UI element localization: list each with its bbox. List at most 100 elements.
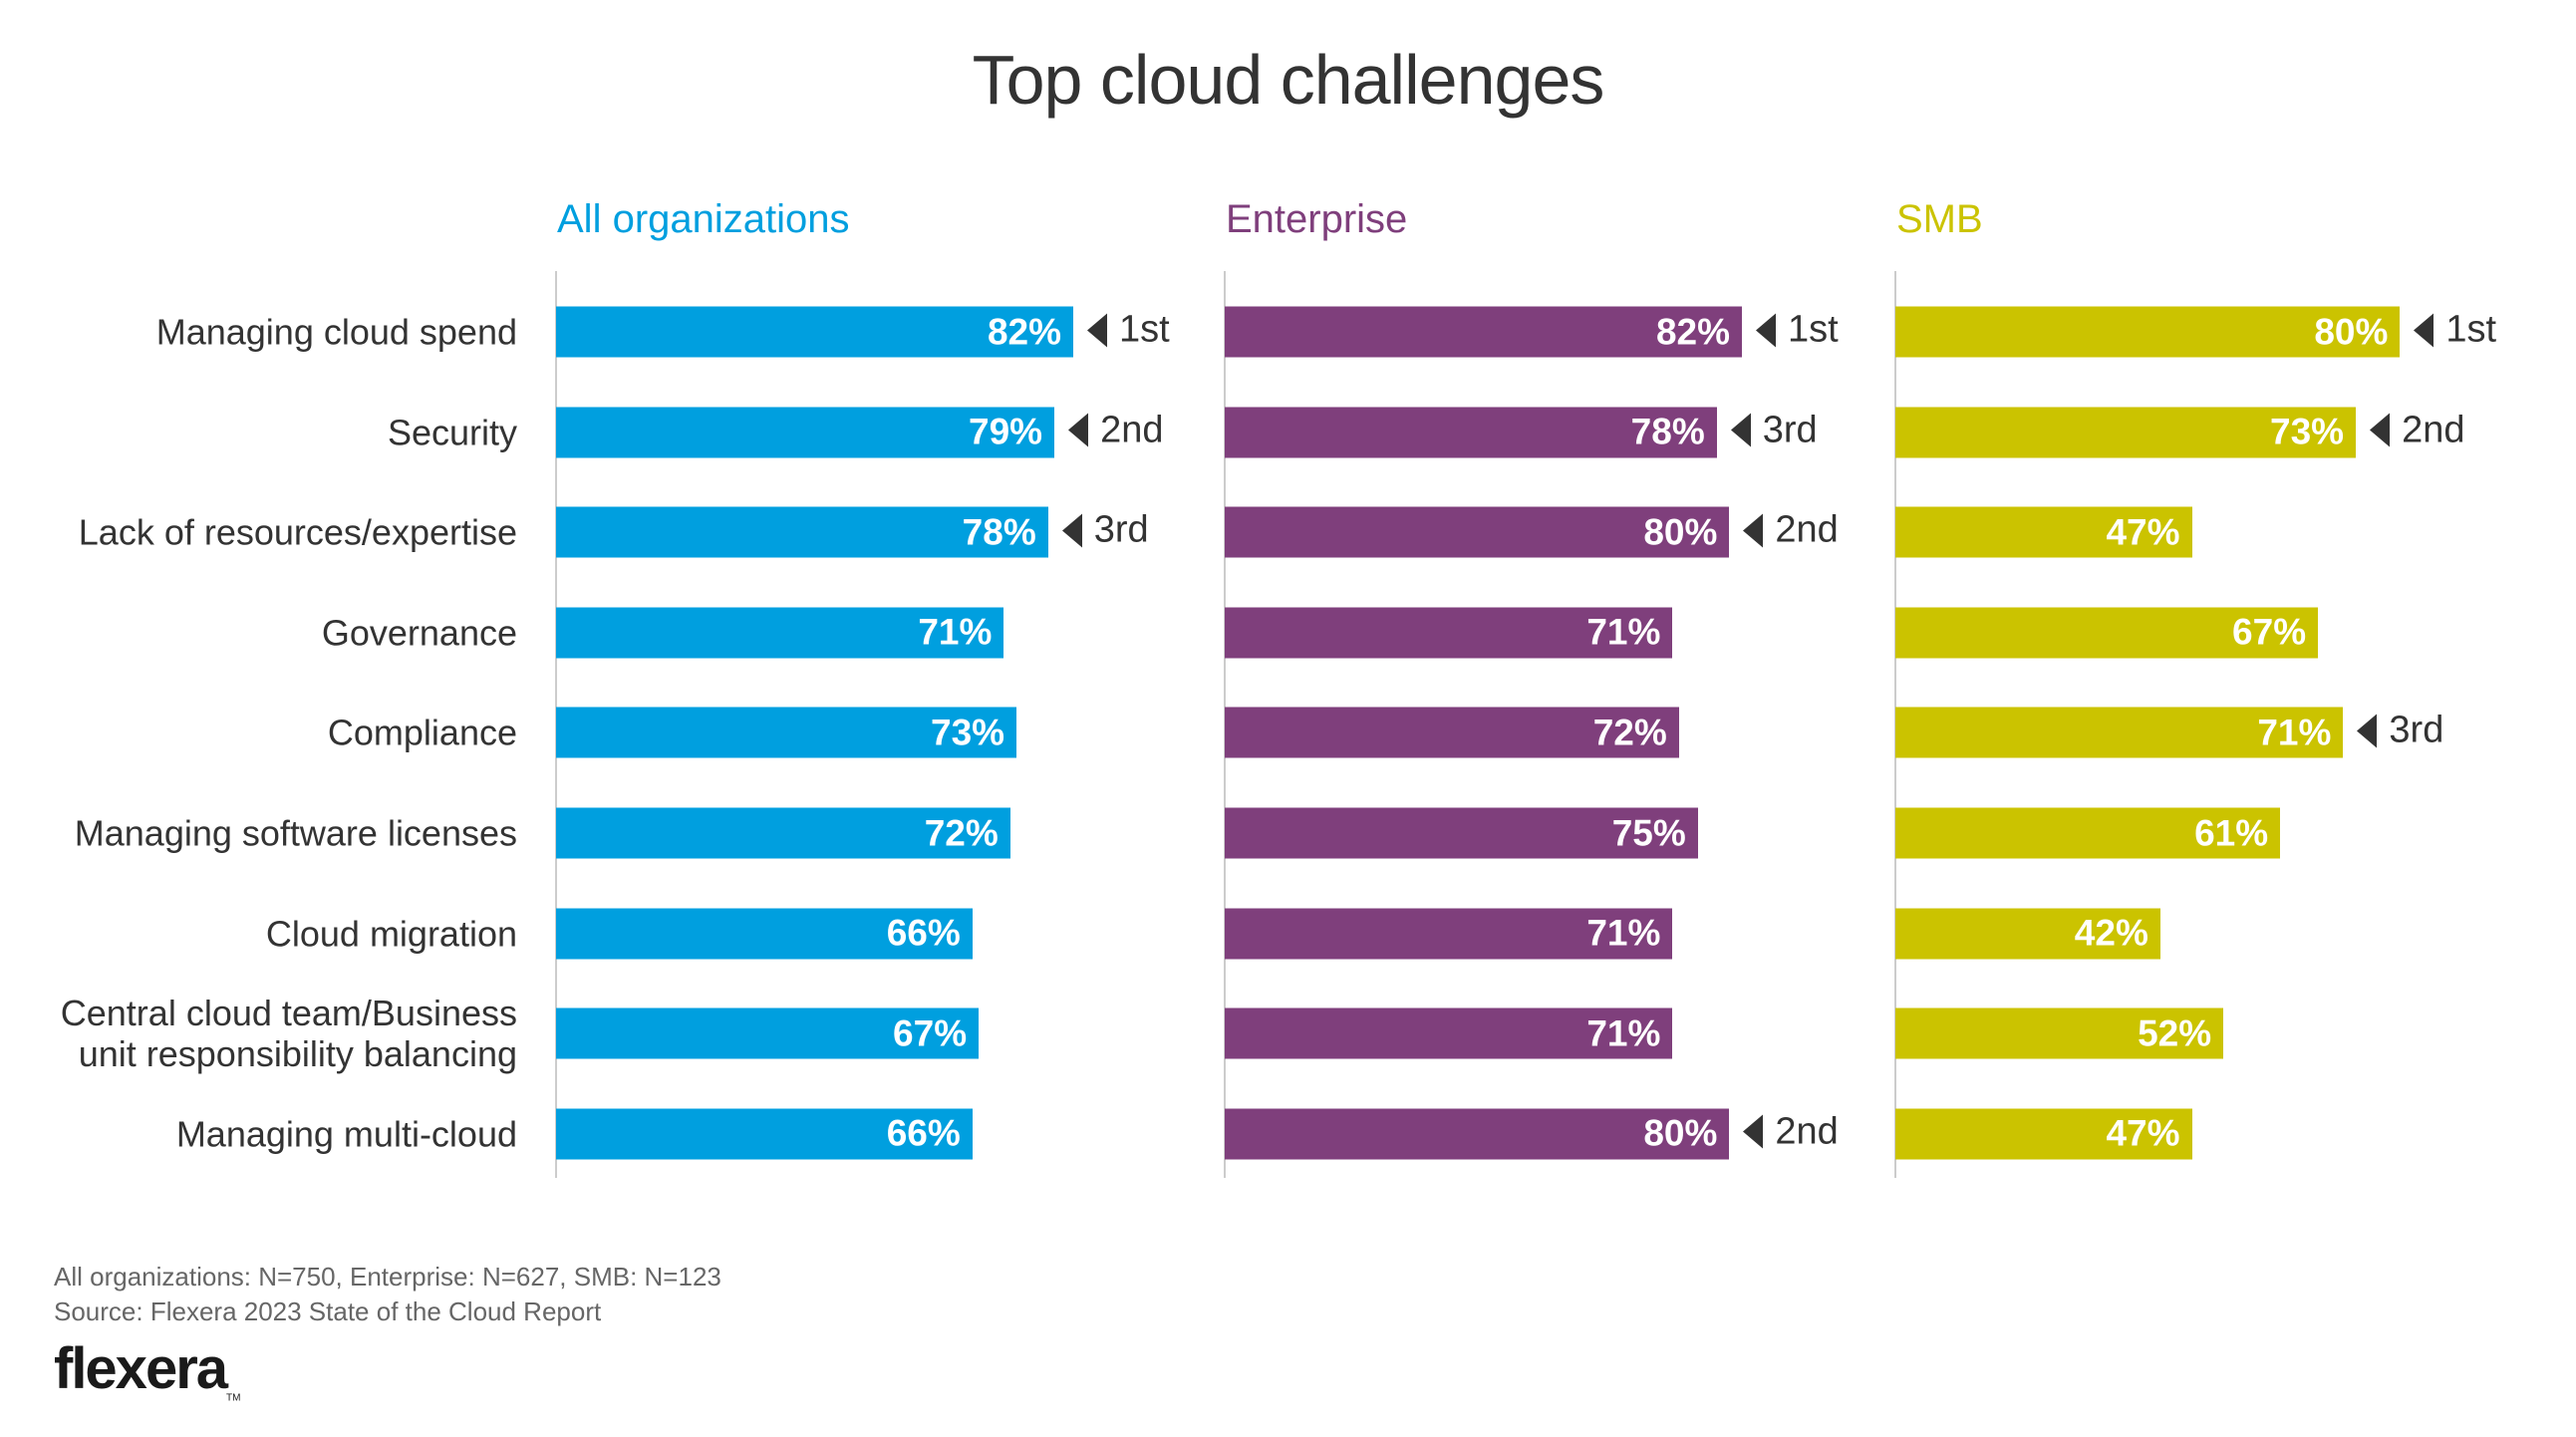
category-label-line: Governance [321, 612, 517, 654]
bar-value-label: 71% [918, 611, 993, 653]
bar: 80% [1225, 1108, 1730, 1160]
bar: 78% [556, 506, 1048, 558]
rank-annotation: 2nd [2370, 409, 2464, 451]
bar: 73% [556, 707, 1017, 758]
bar-value-label: 71% [1586, 912, 1661, 954]
bar: 75% [1225, 807, 1698, 859]
bar-value-label: 80% [2314, 311, 2389, 352]
bar-value-label: 78% [962, 511, 1036, 553]
bar-value-label: 52% [2138, 1012, 2212, 1054]
bar: 66% [556, 908, 973, 960]
bar-value-label: 80% [1643, 511, 1718, 553]
bar-value-label: 47% [2106, 1112, 2180, 1154]
series-header: Enterprise [1226, 197, 1408, 241]
rank-label: 2nd [1775, 508, 1839, 551]
bar: 72% [1225, 707, 1679, 758]
bar-value-label: 79% [969, 411, 1043, 452]
bar-value-label: 42% [2074, 912, 2148, 954]
bar: 71% [1225, 607, 1673, 659]
source-note: Source: Flexera 2023 State of the Cloud … [54, 1296, 602, 1326]
bar-value-label: 78% [1630, 411, 1705, 452]
bar: 82% [1225, 306, 1743, 358]
bar-value-label: 67% [893, 1012, 968, 1054]
bar-value-label: 72% [1592, 712, 1667, 753]
bar: 47% [1895, 506, 2192, 558]
bar-value-label: 73% [2270, 411, 2345, 452]
series-header: All organizations [557, 197, 850, 241]
bar-value-label: 66% [886, 912, 961, 954]
bar-value-label: 71% [2257, 712, 2332, 753]
bar: 61% [1895, 807, 2281, 859]
bar-value-label: 71% [1586, 1012, 1661, 1054]
rank-label: 3rd [1762, 409, 1818, 451]
rank-annotation: 2nd [1743, 508, 1839, 552]
rank-label: 2nd [1100, 409, 1164, 451]
flexera-logo: flexeraTM [54, 1335, 240, 1404]
rank-pointer-icon [2370, 413, 2391, 447]
bar: 42% [1895, 908, 2160, 960]
category-label: Governance [0, 612, 517, 653]
rank-pointer-icon [1087, 313, 1108, 347]
rank-pointer-icon [1068, 413, 1089, 447]
bar-value-label: 82% [987, 311, 1062, 352]
logo-trademark: TM [226, 1392, 241, 1404]
bar-value-label: 80% [1643, 1112, 1718, 1154]
bar: 71% [556, 607, 1004, 659]
bar: 67% [1895, 607, 2319, 659]
category-label: Compliance [0, 713, 517, 753]
rank-pointer-icon [1756, 313, 1777, 347]
rank-annotation: 3rd [1730, 409, 1818, 451]
category-label: Managing software licenses [0, 813, 517, 854]
rank-label: 2nd [1775, 1110, 1839, 1153]
rank-label: 1st [1119, 308, 1170, 351]
bar: 71% [1225, 908, 1673, 960]
bar: 80% [1225, 506, 1730, 558]
bar: 73% [1895, 407, 2357, 458]
logo-text: flexera [54, 1336, 228, 1401]
rank-label: 1st [1788, 308, 1839, 351]
category-label-line: Managing cloud spend [155, 311, 517, 353]
bar-value-label: 66% [886, 1112, 961, 1154]
category-label: Central cloud team/Business unit responsi… [0, 993, 517, 1074]
rank-label: 3rd [1093, 508, 1149, 551]
rank-pointer-icon [1743, 1114, 1764, 1149]
rank-pointer-icon [2414, 313, 2434, 347]
bar-value-label: 75% [1611, 812, 1686, 853]
rank-pointer-icon [1730, 413, 1751, 447]
rank-annotation: 1st [1087, 309, 1170, 352]
rank-annotation: 1st [2414, 309, 2496, 352]
rank-label: 1st [2445, 308, 2497, 351]
category-label-line: Security [387, 412, 517, 453]
bar: 78% [1225, 407, 1717, 458]
bar: 71% [1895, 707, 2344, 758]
rank-annotation: 3rd [2357, 710, 2443, 752]
bar: 82% [556, 306, 1074, 358]
bar: 47% [1895, 1108, 2192, 1160]
bar-value-label: 47% [2106, 511, 2180, 553]
bar: 80% [1895, 306, 2401, 358]
rank-annotation: 2nd [1743, 1110, 1839, 1153]
rank-pointer-icon [2357, 714, 2378, 748]
bar-value-label: 67% [2232, 611, 2307, 653]
rank-pointer-icon [1743, 513, 1764, 548]
category-label-line: Managing multi-cloud [175, 1113, 517, 1155]
bar-value-label: 61% [2194, 812, 2269, 853]
bar-value-label: 73% [931, 712, 1005, 753]
rank-pointer-icon [1061, 513, 1082, 548]
rank-label: 2nd [2402, 409, 2465, 451]
category-label: Managing cloud spend [0, 312, 517, 353]
rank-annotation: 3rd [1061, 508, 1149, 552]
series-header: SMB [1896, 197, 1983, 241]
bar-value-label: 71% [1586, 611, 1661, 653]
category-label-line: Compliance [327, 712, 517, 753]
bar: 72% [556, 807, 1010, 859]
rank-annotation: 1st [1756, 309, 1839, 352]
bar: 79% [556, 407, 1055, 458]
category-label: Lack of resources/expertise [0, 512, 517, 553]
sample-size-note: All organizations: N=750, Enterprise: N=… [54, 1262, 721, 1292]
rank-label: 3rd [2389, 709, 2444, 751]
bar: 71% [1225, 1007, 1673, 1059]
category-label-line: unit responsibility balancing [78, 1033, 517, 1075]
category-label-line: Cloud migration [265, 913, 517, 955]
bar: 67% [556, 1007, 980, 1059]
